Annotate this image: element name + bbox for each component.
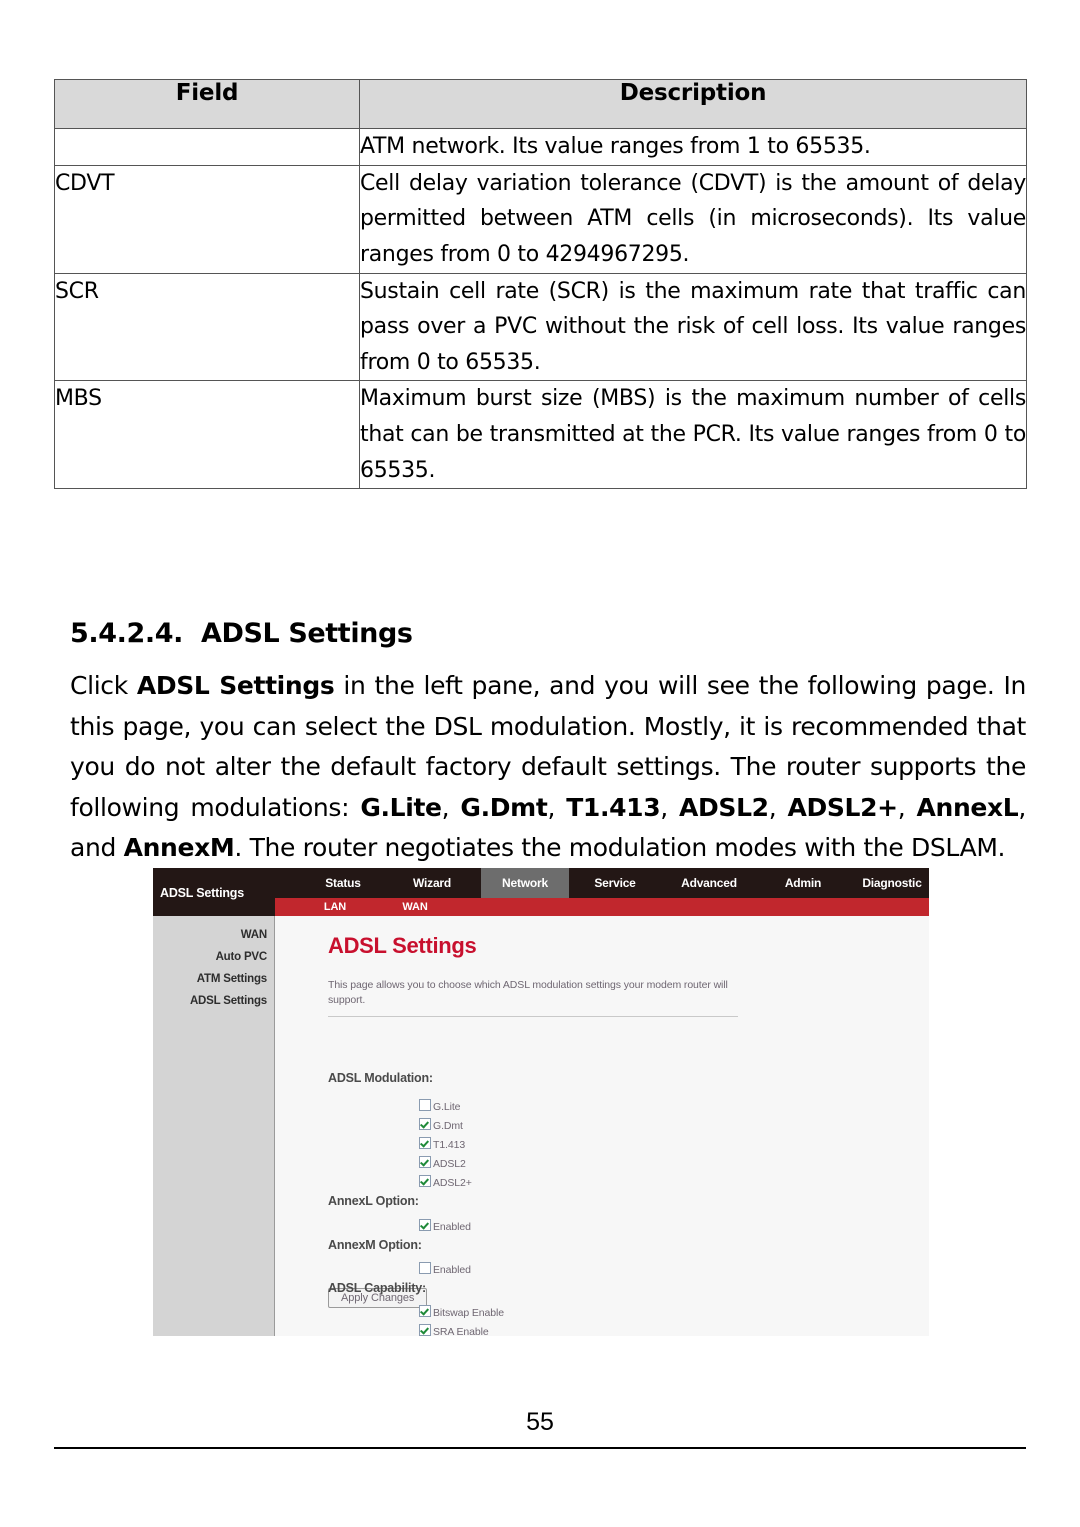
nav-tab-advanced[interactable]: Advanced: [661, 868, 757, 898]
cell-description: ATM network. Its value ranges from 1 to …: [359, 128, 1027, 166]
plain-text: ,: [441, 792, 461, 822]
section-paragraph: Click ADSL Settings in the left pane, an…: [70, 666, 1026, 869]
divider: [328, 1016, 738, 1017]
checkbox-label: ADSL2+: [433, 1177, 472, 1189]
sidebar-item-wan[interactable]: WAN: [241, 929, 267, 941]
table-body: ATM network. Its value ranges from 1 to …: [54, 128, 1027, 490]
brand-label: ADSL Settings: [160, 886, 244, 900]
table-header: Field Description: [54, 79, 1027, 129]
page-number: 55: [526, 1408, 554, 1436]
checkbox-unchecked-icon[interactable]: [419, 1099, 431, 1111]
emphasis-text: ADSL2+: [787, 792, 898, 822]
checkbox-label: T1.413: [433, 1139, 466, 1151]
screenshot-navigation: ADSL Settings Status Wizard Network Service…: [153, 868, 929, 916]
checkbox-checked-icon[interactable]: [419, 1219, 431, 1231]
main-content: ADSL Settings This page allows you to ch…: [275, 916, 929, 1336]
emphasis-text: ADSL Settings: [136, 671, 335, 700]
checkbox-label: SRA Enable: [433, 1326, 489, 1336]
checkbox-row-enabled[interactable]: Enabled: [419, 1262, 471, 1276]
checkbox-checked-icon[interactable]: [419, 1175, 431, 1187]
brand-bar: ADSL Settings: [153, 868, 275, 916]
checkbox-row-enabled[interactable]: Enabled: [419, 1219, 471, 1233]
checkbox-checked-icon[interactable]: [419, 1118, 431, 1130]
checkbox-label: Enabled: [433, 1221, 471, 1233]
checkbox-label: G.Lite: [433, 1101, 461, 1113]
checkbox-row-g-lite[interactable]: G.Lite: [419, 1099, 461, 1113]
plain-text: . The router negotiates the modulation m…: [234, 833, 1006, 862]
cell-field: SCR: [54, 272, 360, 382]
cell-field: MBS: [54, 380, 360, 490]
field-label-annexl-option: AnnexL Option:: [328, 1194, 419, 1208]
checkbox-row-adsl2[interactable]: ADSL2: [419, 1156, 466, 1170]
emphasis-text: AnnexL: [916, 792, 1019, 822]
plain-text: ,: [768, 792, 788, 822]
checkbox-row-bitswap-enable[interactable]: Bitswap Enable: [419, 1305, 504, 1319]
field-label-adsl-modulation: ADSL Modulation:: [328, 1071, 433, 1085]
column-header-field: Field: [54, 79, 360, 129]
top-nav-bar: Status Wizard Network Service Advanced Admin D…: [275, 868, 929, 898]
emphasis-text: G.Lite: [360, 792, 442, 822]
nav-tab-wizard[interactable]: Wizard: [392, 868, 472, 898]
page-title: ADSL Settings: [328, 933, 477, 958]
plain-text: ,: [660, 792, 680, 822]
checkbox-unchecked-icon[interactable]: [419, 1262, 431, 1274]
emphasis-text: ADSL2: [679, 792, 769, 822]
checkbox-label: ADSL2: [433, 1158, 466, 1170]
page-description: This page allows you to choose which ADS…: [328, 979, 728, 1006]
checkbox-checked-icon[interactable]: [419, 1137, 431, 1149]
checkbox-label: G.Dmt: [433, 1120, 463, 1132]
router-ui-screenshot: ADSL Settings Status Wizard Network Service…: [153, 868, 929, 1336]
checkbox-checked-icon[interactable]: [419, 1156, 431, 1168]
cell-description: Maximum burst size (MBS) is the maximum …: [359, 380, 1027, 490]
footer-rule: [54, 1447, 1026, 1449]
plain-text: Click: [70, 671, 137, 700]
nav-tab-admin[interactable]: Admin: [763, 868, 843, 898]
checkbox-row-adsl2-[interactable]: ADSL2+: [419, 1175, 472, 1189]
emphasis-text: G.Dmt: [460, 792, 548, 822]
table-row: CDVT Cell delay variation tolerance (CDV…: [54, 164, 1027, 274]
sidebar-item-adsl-settings[interactable]: ADSL Settings: [190, 995, 267, 1007]
sidebar-item-atm-settings[interactable]: ATM Settings: [197, 973, 267, 985]
sidebar: WAN Auto PVC ATM Settings ADSL Settings: [153, 916, 275, 1336]
sub-nav-bar: LAN WAN: [275, 898, 929, 916]
sidebar-item-auto-pvc[interactable]: Auto PVC: [216, 951, 268, 963]
nav-tab-status[interactable]: Status: [303, 868, 383, 898]
cell-description: Cell delay variation tolerance (CDVT) is…: [359, 164, 1027, 274]
nav-tab-network[interactable]: Network: [481, 868, 569, 898]
plain-text: ,: [547, 792, 567, 822]
checkbox-row-g-dmt[interactable]: G.Dmt: [419, 1118, 463, 1132]
column-header-description: Description: [359, 79, 1027, 129]
table-row: ATM network. Its value ranges from 1 to …: [54, 128, 1027, 166]
emphasis-text: AnnexM: [123, 833, 235, 862]
section-number: 5.4.2.4.: [70, 618, 183, 649]
checkbox-label: Bitswap Enable: [433, 1307, 504, 1319]
sub-nav-tab-wan[interactable]: WAN: [385, 898, 445, 916]
field-label-adsl-capability: ADSL Capability:: [328, 1281, 426, 1295]
nav-tab-service[interactable]: Service: [575, 868, 655, 898]
cell-description: Sustain cell rate (SCR) is the maximum r…: [359, 272, 1027, 382]
cell-field: CDVT: [54, 164, 360, 274]
field-description-table: Field Description ATM network. Its value…: [54, 79, 1027, 490]
checkbox-checked-icon[interactable]: [419, 1324, 431, 1336]
section-title: ADSL Settings: [200, 618, 413, 649]
checkbox-row-t1-413[interactable]: T1.413: [419, 1137, 465, 1151]
emphasis-text: T1.413: [566, 792, 661, 822]
field-label-annexm-option: AnnexM Option:: [328, 1238, 422, 1252]
table-header-row: Field Description: [54, 79, 1027, 129]
checkbox-row-sra-enable[interactable]: SRA Enable: [419, 1324, 489, 1336]
nav-tab-diagnostic[interactable]: Diagnostic: [847, 868, 929, 898]
checkbox-checked-icon[interactable]: [419, 1305, 431, 1317]
checkbox-label: Enabled: [433, 1264, 471, 1276]
plain-text: ,: [897, 792, 917, 822]
cell-field: [54, 128, 360, 166]
section-heading: 5.4.2.4. ADSL Settings: [70, 618, 413, 649]
table-row: MBS Maximum burst size (MBS) is the maxi…: [54, 380, 1027, 490]
sub-nav-tab-lan[interactable]: LAN: [305, 898, 365, 916]
table-row: SCR Sustain cell rate (SCR) is the maxim…: [54, 272, 1027, 382]
